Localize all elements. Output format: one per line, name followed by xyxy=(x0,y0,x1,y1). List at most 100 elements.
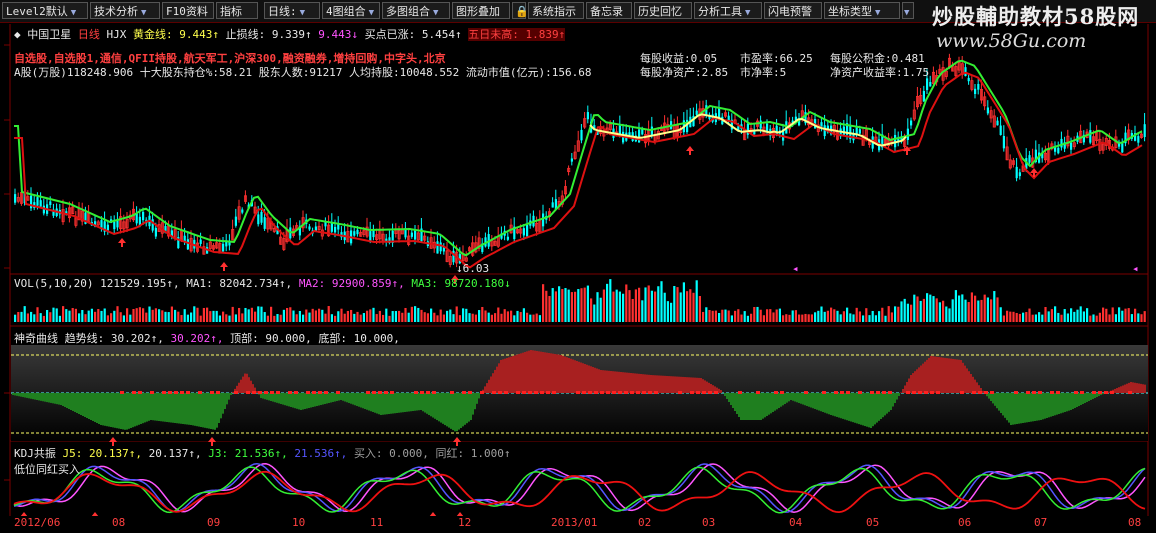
signal-dot xyxy=(648,391,652,394)
volume-bar xyxy=(580,288,583,322)
volume-bar xyxy=(545,290,548,322)
volume-bar xyxy=(753,307,756,322)
scroll-marker-right[interactable]: ◂ xyxy=(1132,262,1139,275)
shenqi-bar xyxy=(630,373,632,393)
shenqi-bar xyxy=(446,393,448,427)
shenqi-bar xyxy=(808,393,810,407)
volume-bar xyxy=(305,309,308,322)
volume-bar xyxy=(823,311,826,322)
shenqi-bar xyxy=(164,393,166,422)
volume-bar xyxy=(894,306,897,322)
shenqi-bar xyxy=(342,393,344,401)
volume-bar xyxy=(852,314,855,322)
shenqi-bar xyxy=(490,376,492,393)
shenqi-header: 神奇曲线 趋势线: 30.202↑, 30.202↑, 顶部: 90.000, … xyxy=(14,330,400,346)
vol-title[interactable]: VOL(5,10,20) xyxy=(14,277,93,290)
volume-bar xyxy=(830,307,833,322)
shenqi-bar xyxy=(138,393,140,425)
volume-bar xyxy=(222,311,225,322)
shenqi-bar xyxy=(1008,393,1010,423)
volume-bar xyxy=(644,287,647,322)
stock-name[interactable]: 中国卫星 xyxy=(27,28,71,41)
shenqi-bar xyxy=(470,393,472,420)
signal-dot xyxy=(1032,391,1036,394)
shenqi-bar xyxy=(334,393,336,402)
shenqi-value2: 30.202↑, xyxy=(170,332,224,345)
shenqi-bar xyxy=(1028,393,1030,422)
volume-bar xyxy=(151,309,154,322)
shenqi-title[interactable]: 神奇曲线 xyxy=(14,332,58,345)
signal-dot xyxy=(882,391,886,394)
shenqi-bar xyxy=(726,393,728,399)
volume-bar xyxy=(1041,314,1044,322)
shenqi-bar xyxy=(296,393,298,409)
signal-dot xyxy=(918,391,922,394)
signal-dot xyxy=(702,391,706,394)
stop-line-value: 止损线: 9.339↑ xyxy=(225,28,312,41)
volume-bar xyxy=(78,313,81,322)
shenqi-bar xyxy=(180,393,182,424)
signal-dot xyxy=(906,391,910,394)
signal-dot xyxy=(1092,391,1096,394)
candle-body xyxy=(1018,172,1021,177)
shenqi-bar xyxy=(1144,384,1146,393)
shenqi-bar xyxy=(578,361,580,393)
volume-bar xyxy=(30,311,33,322)
signal-dot xyxy=(306,391,310,394)
signal-dot xyxy=(1128,391,1132,394)
volume-bar xyxy=(228,315,231,322)
volume-bar xyxy=(698,296,701,322)
volume-bar xyxy=(724,309,727,322)
indicator-name[interactable]: HJX xyxy=(107,28,127,41)
shenqi-bar xyxy=(532,350,534,393)
kdj-title[interactable]: KDJ共振 xyxy=(14,447,56,460)
volume-bar xyxy=(1089,315,1092,322)
scroll-marker-left[interactable]: ◂ xyxy=(792,262,799,275)
volume-bar xyxy=(590,298,593,322)
shenqi-bar xyxy=(188,393,190,425)
volume-bar xyxy=(714,310,717,322)
candle-body xyxy=(439,242,442,252)
signal-dot xyxy=(426,391,430,394)
volume-bar xyxy=(938,302,941,322)
candle-body xyxy=(967,77,970,82)
shenqi-bar xyxy=(842,393,844,419)
volume-bar xyxy=(186,314,189,322)
shenqi-bar xyxy=(244,373,246,393)
signal-dot xyxy=(690,391,694,394)
shenqi-bar xyxy=(432,393,434,418)
shenqi-bar xyxy=(90,393,92,420)
signal-dot xyxy=(654,391,658,394)
shenqi-bar xyxy=(914,371,916,393)
volume-bar xyxy=(711,310,714,322)
volume-bar xyxy=(46,309,49,322)
shenqi-bar xyxy=(448,393,450,428)
volume-bar xyxy=(81,309,84,322)
volume-bar xyxy=(250,307,253,322)
volume-bar xyxy=(785,314,788,322)
candle-body xyxy=(894,134,897,148)
shenqi-bar xyxy=(48,393,50,403)
shenqi-bar xyxy=(68,393,70,409)
volume-bar xyxy=(983,294,986,322)
volume-bar xyxy=(858,311,861,322)
shenqi-bar xyxy=(796,393,798,403)
volume-bar xyxy=(1095,315,1098,322)
shenqi-bar xyxy=(642,374,644,393)
shenqi-bar xyxy=(56,393,58,405)
candle-body xyxy=(858,129,861,134)
shenqi-bar xyxy=(1140,383,1142,393)
shenqi-bar xyxy=(662,375,664,393)
shenqi-bar xyxy=(936,356,938,393)
shenqi-bar xyxy=(370,393,372,412)
volume-bar xyxy=(596,292,599,322)
shenqi-bar xyxy=(1132,382,1134,393)
shenqi-bar xyxy=(472,393,474,415)
shenqi-bar xyxy=(64,393,66,407)
shenqi-bar xyxy=(1102,393,1104,395)
x-label: 05 xyxy=(866,516,880,529)
candle-body xyxy=(506,236,509,240)
shenqi-bar xyxy=(376,393,378,414)
shenqi-bar xyxy=(740,393,742,420)
volume-bar xyxy=(260,306,263,322)
